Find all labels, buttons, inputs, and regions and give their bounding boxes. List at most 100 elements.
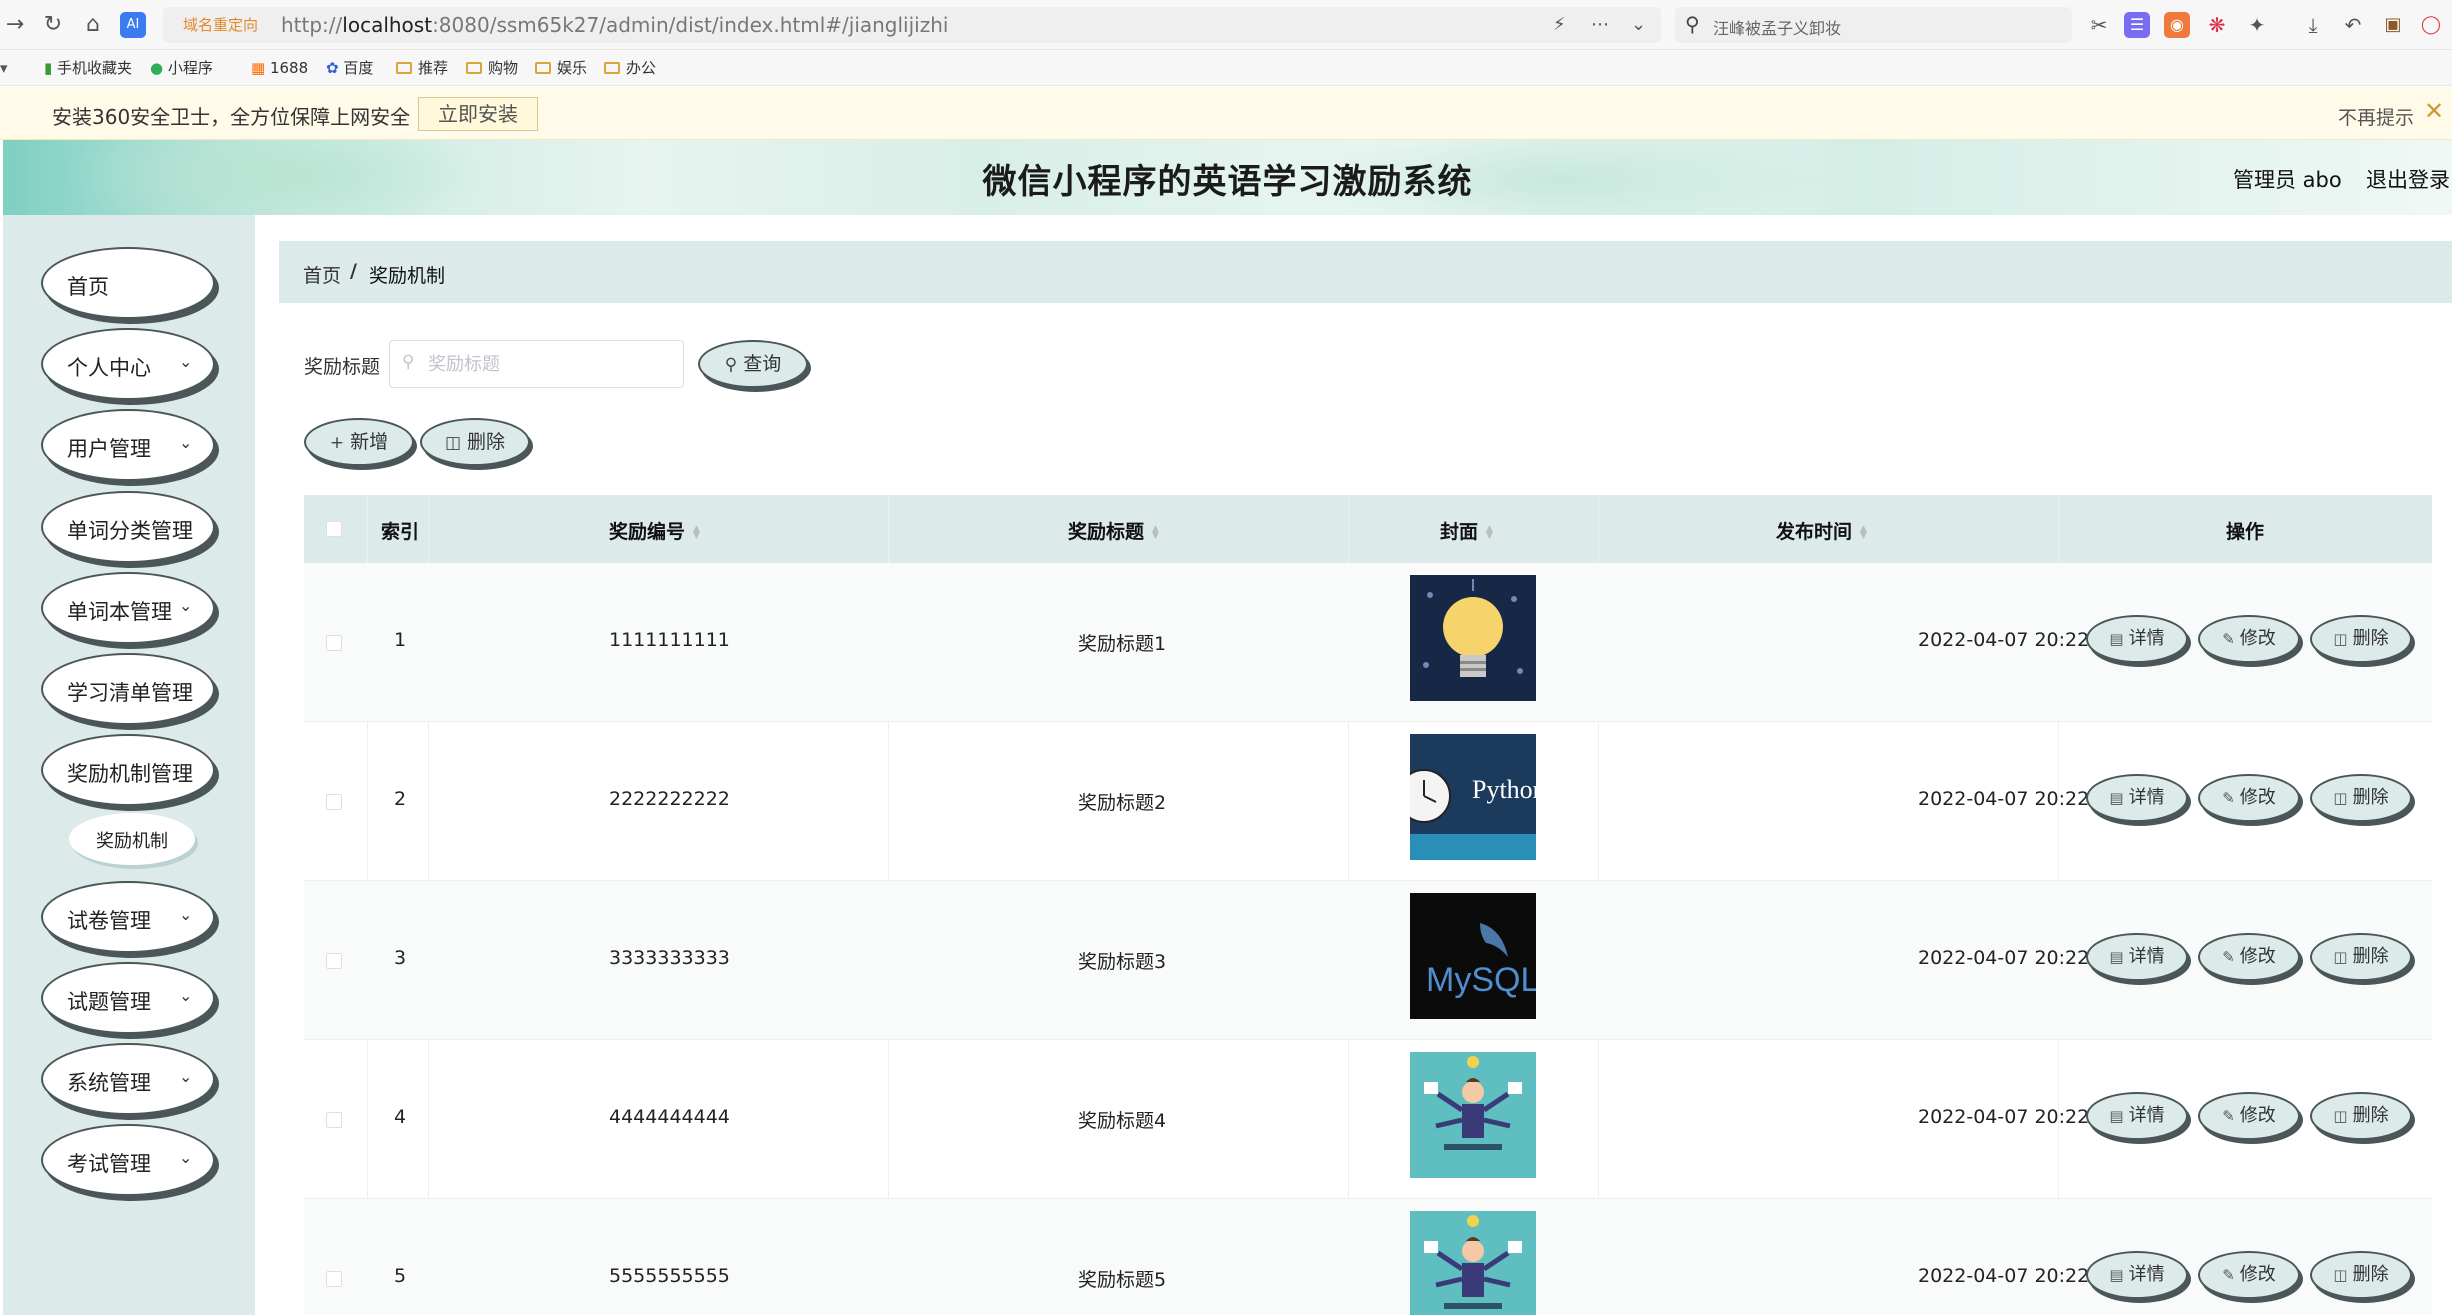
row-checkbox[interactable] xyxy=(326,1271,342,1287)
scissors-icon[interactable]: ✂ xyxy=(2086,12,2112,38)
trash-icon: ◫ xyxy=(444,433,462,453)
sidebar-item-questions[interactable]: 试题管理 ⌄ xyxy=(41,962,215,1034)
sidebar-item-wordbook[interactable]: 单词本管理 ⌄ xyxy=(41,572,215,644)
delete-button[interactable]: ◫ 删除 xyxy=(2310,774,2412,822)
sidebar-subitem-reward[interactable]: 奖励机制 xyxy=(69,813,195,865)
bookmark-item[interactable]: ✿ 百度 xyxy=(326,58,373,78)
ai-icon[interactable]: AI xyxy=(120,12,146,38)
cell-code: 2222222222 xyxy=(609,788,730,810)
chevron-down-icon: ⌄ xyxy=(179,1148,193,1167)
trash-icon: ◫ xyxy=(2333,1266,2348,1284)
edit-button[interactable]: ✎ 修改 xyxy=(2198,1251,2300,1299)
table-row: 1 1111111111 奖励标题1 2022-04-07 20:22:12 ▤… xyxy=(304,563,2432,722)
sidebar-item-word-category[interactable]: 单词分类管理 xyxy=(41,491,215,563)
back-icon[interactable]: → xyxy=(0,10,30,40)
sort-icon[interactable]: ▲ ▼ xyxy=(1860,524,1868,540)
header-code[interactable]: 奖励编号 ▲ ▼ xyxy=(609,517,701,544)
edit-button[interactable]: ✎ 修改 xyxy=(2198,774,2300,822)
delete-button[interactable]: ◫ 删除 xyxy=(2310,1092,2412,1140)
sidebar-item-system[interactable]: 系统管理 ⌄ xyxy=(41,1043,215,1115)
network-icon[interactable]: ❋ xyxy=(2204,12,2230,38)
lightning-icon[interactable]: ⚡ xyxy=(1553,14,1566,36)
select-all-checkbox[interactable] xyxy=(326,521,342,537)
header-time[interactable]: 发布时间 ▲ ▼ xyxy=(1776,517,1868,544)
cell-title: 奖励标题4 xyxy=(1078,1110,1167,1132)
sidebar-item-home[interactable]: 首页 xyxy=(41,247,215,319)
detail-button[interactable]: ▤ 详情 xyxy=(2086,933,2188,981)
row-checkbox[interactable] xyxy=(326,953,342,969)
bookmark-folder[interactable]: 办公 xyxy=(604,58,656,78)
batch-delete-button[interactable]: ◫ 删除 xyxy=(420,418,530,466)
sidebar-item-reward-management[interactable]: 奖励机制管理 xyxy=(41,734,215,806)
row-checkbox[interactable] xyxy=(326,1112,342,1128)
game-icon[interactable]: ◉ xyxy=(2164,12,2190,38)
delete-button[interactable]: ◫ 删除 xyxy=(2310,1251,2412,1299)
reload-icon[interactable]: ↻ xyxy=(38,10,68,40)
install-button[interactable]: 立即安装 xyxy=(418,97,538,131)
home-icon[interactable]: ⌂ xyxy=(78,10,108,40)
reward-title-input[interactable] xyxy=(389,340,684,388)
sidebar-item-user-management[interactable]: 用户管理 ⌄ xyxy=(41,409,215,481)
briefcase-icon[interactable]: ▣ xyxy=(2380,12,2406,38)
cell-code: 4444444444 xyxy=(609,1106,730,1128)
chevron-down-icon[interactable]: ⌄ xyxy=(1631,14,1646,36)
document-icon: ▤ xyxy=(2109,1107,2124,1125)
header-title[interactable]: 奖励标题 ▲ ▼ xyxy=(1068,517,1160,544)
detail-button[interactable]: ▤ 详情 xyxy=(2086,1251,2188,1299)
query-button[interactable]: ⚲ 查询 xyxy=(698,340,808,388)
document-icon: ▤ xyxy=(2109,1266,2124,1284)
cover-text: Python xyxy=(1472,775,1536,804)
sort-icon[interactable]: ▲ ▼ xyxy=(1486,524,1494,540)
user-icon[interactable]: ◯ xyxy=(2418,12,2444,38)
search-icon: ⚲ xyxy=(402,352,415,372)
delete-button[interactable]: ◫ 删除 xyxy=(2310,615,2412,663)
folder-icon xyxy=(396,62,412,74)
sort-icon[interactable]: ▲ ▼ xyxy=(693,524,701,540)
cell-title: 奖励标题5 xyxy=(1078,1269,1167,1291)
more-icon[interactable]: ⋯ xyxy=(1591,14,1609,36)
url-text[interactable]: http://localhost:8080/ssm65k27/admin/dis… xyxy=(281,12,948,38)
edit-icon: ✎ xyxy=(2222,789,2235,807)
delete-button[interactable]: ◫ 删除 xyxy=(2310,933,2412,981)
sort-icon[interactable]: ▲ ▼ xyxy=(1152,524,1160,540)
detail-button[interactable]: ▤ 详情 xyxy=(2086,1092,2188,1140)
sidebar-item-exam-paper[interactable]: 试卷管理 ⌄ xyxy=(41,881,215,953)
row-checkbox[interactable] xyxy=(326,794,342,810)
download-icon[interactable]: ⤓ xyxy=(2300,12,2326,38)
close-icon[interactable]: ✕ xyxy=(2424,97,2444,125)
bookmark-item[interactable]: ▦ 1688 xyxy=(251,58,308,78)
breadcrumb-current: 奖励机制 xyxy=(369,265,446,287)
admin-label: 管理员 abo xyxy=(2233,168,2342,192)
dismiss-link[interactable]: 不再提示 xyxy=(2338,103,2414,130)
bookmark-folder[interactable]: 购物 xyxy=(466,58,518,78)
breadcrumb-home[interactable]: 首页 xyxy=(303,261,341,288)
bookmark-folder[interactable]: 推荐 xyxy=(396,58,448,78)
cell-index: 2 xyxy=(394,788,407,810)
detail-button[interactable]: ▤ 详情 xyxy=(2086,774,2188,822)
bookmark-item[interactable]: ▮ 手机收藏夹 xyxy=(44,58,132,78)
undo-icon[interactable]: ↶ xyxy=(2340,12,2366,38)
lightbulb-image xyxy=(1410,575,1536,701)
bookmark-item[interactable]: ● 小程序 xyxy=(150,58,213,78)
puzzle-icon[interactable]: ✦ xyxy=(2244,12,2270,38)
sidebar-item-exam[interactable]: 考试管理 ⌄ xyxy=(41,1124,215,1196)
row-checkbox[interactable] xyxy=(326,635,342,651)
add-button[interactable]: + 新增 xyxy=(304,418,414,466)
edit-button[interactable]: ✎ 修改 xyxy=(2198,615,2300,663)
sidebar-item-study-list[interactable]: 学习清单管理 xyxy=(41,653,215,725)
detail-button[interactable]: ▤ 详情 xyxy=(2086,615,2188,663)
trash-icon: ◫ xyxy=(2333,789,2348,807)
header-cover[interactable]: 封面 ▲ ▼ xyxy=(1440,517,1494,544)
bookmarks-menu-icon[interactable]: ▾ xyxy=(0,58,8,78)
bookmark-folder[interactable]: 娱乐 xyxy=(535,58,587,78)
trash-icon: ◫ xyxy=(2333,630,2348,648)
miniprogram-icon: ● xyxy=(150,59,168,77)
edit-button[interactable]: ✎ 修改 xyxy=(2198,1092,2300,1140)
sidebar-item-personal-center[interactable]: 个人中心 ⌄ xyxy=(41,328,215,400)
cell-code: 5555555555 xyxy=(609,1265,730,1287)
extension-icon[interactable]: ☰ xyxy=(2124,12,2150,38)
logout-button[interactable]: 退出登录 xyxy=(2366,164,2450,194)
address-bar[interactable]: 域名重定向 http://localhost:8080/ssm65k27/adm… xyxy=(163,7,1661,43)
edit-button[interactable]: ✎ 修改 xyxy=(2198,933,2300,981)
browser-search-box[interactable]: ⚲ 汪峰被孟子义卸妆 xyxy=(1675,7,2072,43)
